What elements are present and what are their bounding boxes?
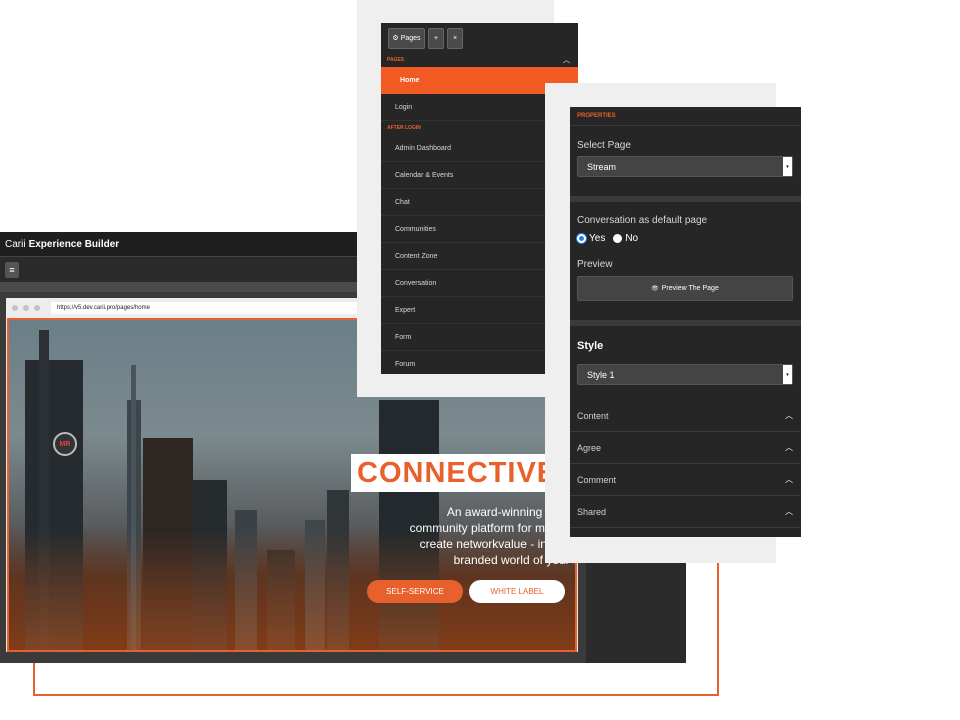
gear-icon: ⚙ <box>392 35 399 42</box>
chevron-down-icon: ▾ <box>783 365 792 384</box>
accordion-comment[interactable]: Comment ︿ <box>570 464 801 496</box>
chevron-up-icon: ︿ <box>785 507 793 516</box>
pages-button[interactable]: ⚙ Pages <box>388 27 425 49</box>
radio-unchecked-icon <box>613 234 623 243</box>
radio-no[interactable]: No <box>613 233 638 244</box>
window-dot-icon <box>34 305 40 311</box>
style-value: Style 1 <box>587 369 615 380</box>
building-logo: MR <box>53 432 77 456</box>
default-page-label: Conversation as default page <box>577 215 708 226</box>
section-pages-label: PAGES <box>387 57 405 63</box>
window-dot-icon <box>12 305 18 311</box>
accordion-label: Shared <box>577 506 607 517</box>
default-page-radios: Yes No <box>570 233 801 244</box>
accordion-content[interactable]: Content ︿ <box>570 400 801 432</box>
radio-checked-icon <box>577 234 586 243</box>
properties-panel: PROPERTIES Select Page Stream ▾ Conversa… <box>570 107 801 537</box>
chevron-up-icon: ︿ <box>785 443 793 452</box>
accordion-label: Agree <box>577 442 602 453</box>
close-panel-button[interactable]: × <box>447 27 463 49</box>
pages-button-label: Pages <box>400 34 421 42</box>
section-after-login-label: AFTER LOGIN <box>387 125 421 131</box>
accordion-shared[interactable]: Shared ︿ <box>570 496 801 528</box>
chevron-up-icon: ︿ <box>785 411 793 420</box>
accordion-agree[interactable]: Agree ︿ <box>570 432 801 464</box>
radio-no-label: No <box>625 233 639 244</box>
plus-icon: + <box>433 34 439 42</box>
accordion-label: Content <box>577 410 609 421</box>
section-pages[interactable]: PAGES ︿ <box>381 53 578 67</box>
style-label: Style <box>577 340 604 352</box>
white-label-button[interactable]: WHITE LABEL <box>469 580 565 603</box>
menu-icon[interactable]: ≡ <box>5 261 19 278</box>
pages-toolbar: ⚙ Pages + × <box>381 23 578 53</box>
eye-icon: 👁 <box>651 286 659 292</box>
chevron-up-icon: ︿ <box>563 57 570 64</box>
accordion-label: Comment <box>577 474 617 485</box>
stage: Carii Experience Builder ≡ https://v5.de… <box>0 0 960 720</box>
add-page-button[interactable]: + <box>428 27 444 49</box>
window-dot-icon <box>23 305 29 311</box>
select-page-dropdown[interactable]: Stream ▾ <box>577 156 793 177</box>
preview-button-label: Preview The Page <box>661 285 719 292</box>
select-page-value: Stream <box>587 161 617 172</box>
select-page-label: Select Page <box>577 140 631 151</box>
chevron-up-icon: ︿ <box>785 475 793 484</box>
chevron-down-icon: ▾ <box>783 157 792 176</box>
close-icon: × <box>452 34 458 42</box>
style-dropdown[interactable]: Style 1 ▾ <box>577 364 793 385</box>
app-title: Experience Builder <box>28 238 120 250</box>
hero-title: CONNECTIVE <box>351 454 575 492</box>
preview-label: Preview <box>577 259 613 270</box>
preview-page-button[interactable]: 👁 Preview The Page <box>577 276 793 301</box>
radio-yes[interactable]: Yes <box>577 233 605 244</box>
radio-yes-label: Yes <box>589 233 606 244</box>
app-title-prefix: Carii <box>5 238 26 250</box>
url-bar[interactable]: https://v5.dev.carii.pro/pages/home <box>51 302 371 314</box>
properties-title: PROPERTIES <box>570 107 801 126</box>
self-service-button[interactable]: SELF-SERVICE <box>367 580 463 603</box>
hero-description: An award-winning end to community platfo… <box>409 505 575 567</box>
